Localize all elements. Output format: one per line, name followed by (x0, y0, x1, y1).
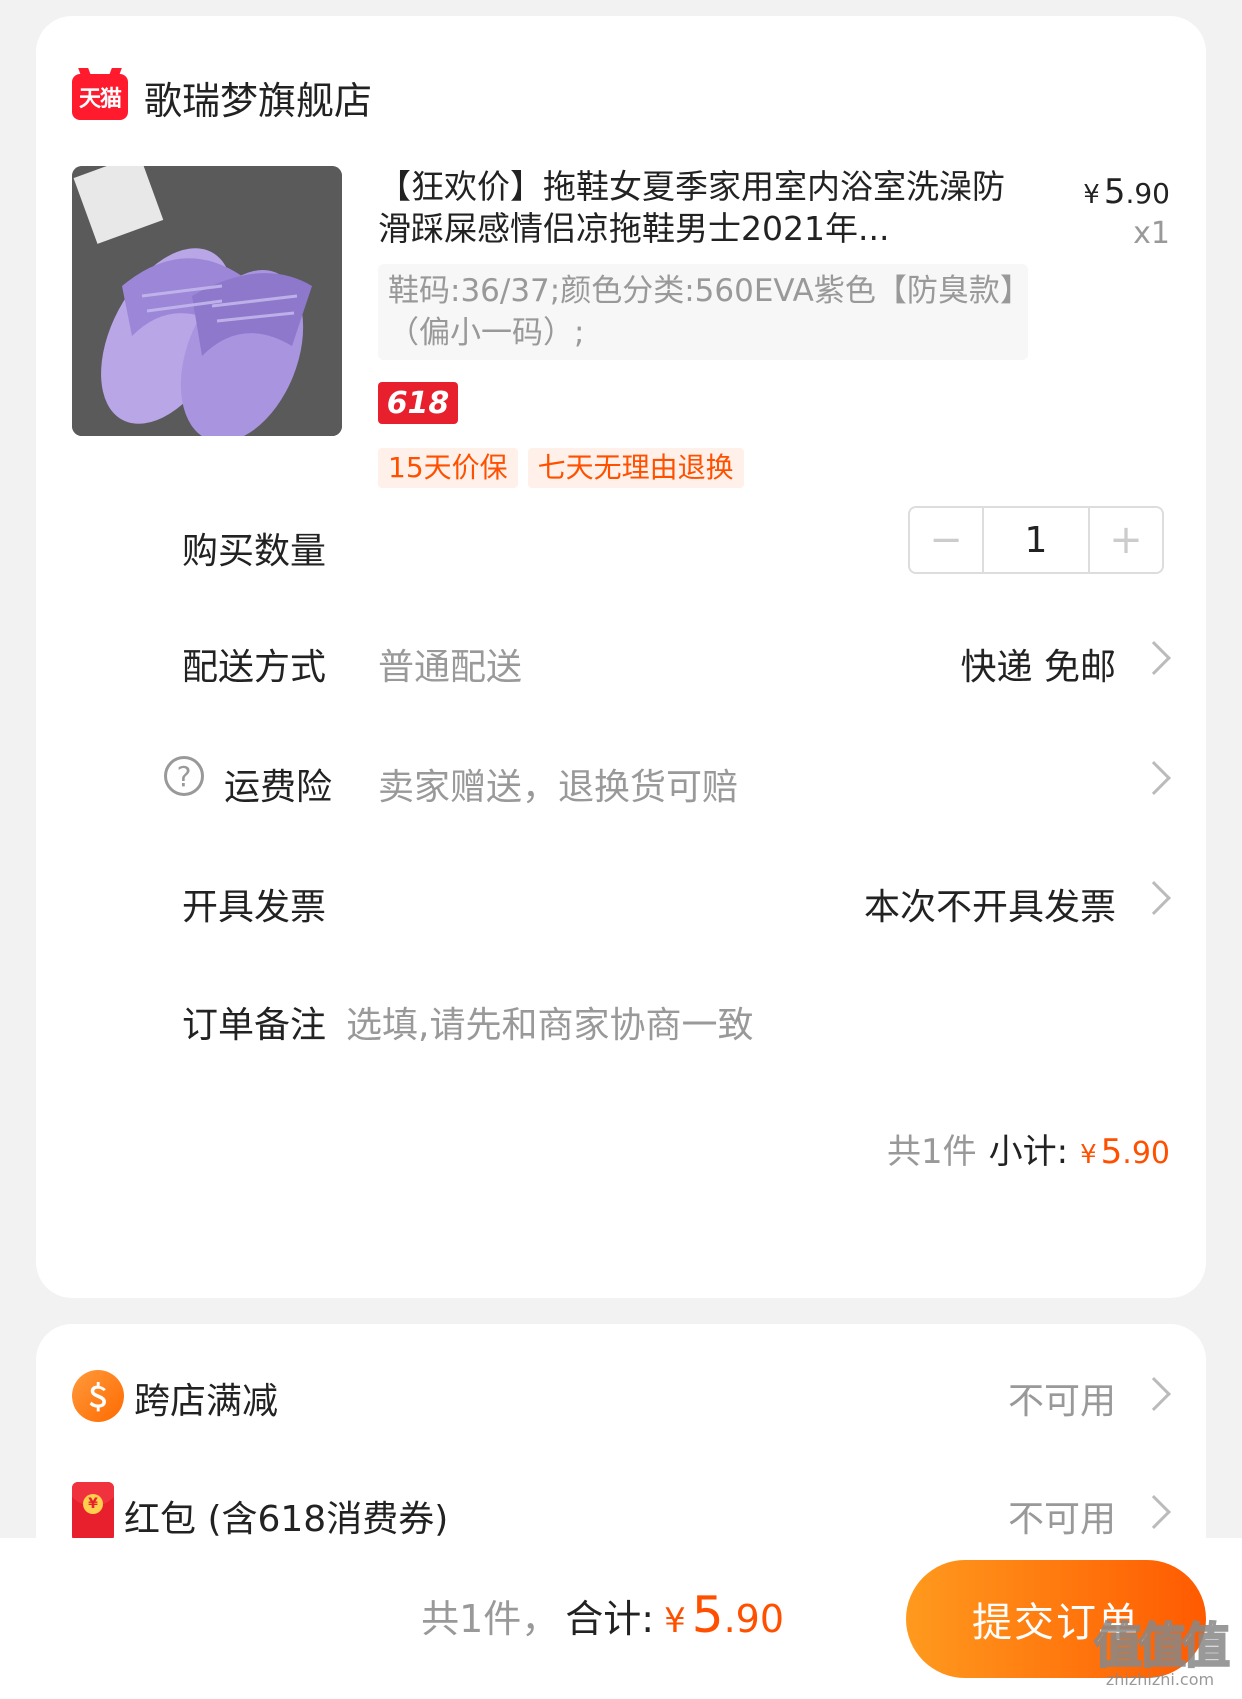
currency-symbol: ¥ (1083, 180, 1100, 210)
total-label: 合计: (565, 1597, 655, 1641)
shop-name[interactable]: 歌瑞梦旗舰店 (144, 70, 372, 125)
service-tags: 15天价保 七天无理由退换 (378, 448, 744, 488)
invoice-row[interactable]: 开具发票 本次不开具发票 (36, 870, 1206, 930)
red-packet-row[interactable]: 红包 (含618消费券) 不可用 (36, 1482, 1206, 1544)
tmall-logo-icon: 天猫 (72, 74, 128, 120)
chevron-right-icon (1137, 641, 1171, 675)
subtotal-int: 5 (1100, 1132, 1123, 1172)
order-note-input[interactable]: 选填,请先和商家协商一致 (346, 996, 753, 1048)
subtotal-currency: ¥ (1080, 1140, 1097, 1170)
shipping-insurance-desc: 卖家赠送，退换货可赔 (378, 767, 739, 808)
invoice-label: 开具发票 (182, 887, 327, 928)
product-price: ¥5.90 (1083, 172, 1170, 212)
red-packet-label: 红包 (含618消费券) (124, 1499, 449, 1540)
promo-618-badge: 618 (378, 382, 458, 424)
order-total: 共1件， 合计: ¥5.90 (421, 1586, 784, 1644)
watermark: 值值值 zhizhizhi.com (1093, 1606, 1231, 1689)
shop-header[interactable]: 天猫 歌瑞梦旗舰店 (72, 60, 372, 134)
price-dec: .90 (1125, 177, 1170, 210)
delivery-row[interactable]: 配送方式 普通配送 快递 免邮 (36, 630, 1206, 690)
order-note-row: 订单备注 选填,请先和商家协商一致 (36, 988, 1206, 1048)
delivery-value: 快递 免邮 (960, 647, 1116, 688)
invoice-value: 本次不开具发票 (863, 887, 1116, 928)
checkout-bar: 共1件， 合计: ¥5.90 提交订单 (0, 1538, 1242, 1699)
chevron-right-icon (1137, 881, 1171, 915)
quantity-stepper: − 1 + (908, 506, 1164, 574)
subtotal-price: ¥5.90 (1080, 1132, 1170, 1172)
shipping-insurance-row[interactable]: ? 运费险 卖家赠送，退换货可赔 (36, 750, 1206, 810)
service-tag-return: 七天无理由退换 (527, 448, 744, 488)
quantity-row: 购买数量 − 1 + (36, 506, 1206, 574)
subtotal-dec: .90 (1122, 1136, 1170, 1171)
product-title[interactable]: 【狂欢价】拖鞋女夏季家用室内浴室洗澡防滑踩屎感情侣凉拖鞋男士2021年... (378, 166, 1018, 252)
shipping-insurance-label: 运费险 (224, 767, 333, 808)
subtotal-count: 共1件 (886, 1132, 977, 1172)
chevron-right-icon (1137, 1495, 1171, 1529)
decrease-button[interactable]: − (910, 508, 982, 572)
product-sku[interactable]: 鞋码:36/37;颜色分类:560EVA紫色【防臭款】（偏小一码）; (378, 264, 1028, 360)
quantity-label: 购买数量 (182, 531, 327, 572)
cross-store-discount-value: 不可用 (1007, 1381, 1116, 1422)
chevron-right-icon (1137, 1377, 1171, 1411)
red-packet-icon (72, 1482, 114, 1542)
total-count: 共1件， (421, 1597, 560, 1641)
total-currency: ¥ (664, 1601, 686, 1641)
slipper-image (72, 166, 342, 436)
product-image[interactable] (72, 166, 342, 436)
quantity-input[interactable]: 1 (982, 508, 1090, 572)
total-dec: .90 (723, 1597, 784, 1641)
delivery-label: 配送方式 (182, 647, 327, 688)
chevron-right-icon (1137, 761, 1171, 795)
service-tag-price-protect: 15天价保 (378, 448, 518, 488)
delivery-desc: 普通配送 (378, 647, 523, 688)
watermark-url: zhizhizhi.com (1105, 1670, 1215, 1689)
order-card: 天猫 歌瑞梦旗舰店 【狂欢价】拖鞋女夏季家用室内浴室洗澡防滑踩屎感情侣凉拖鞋男士… (36, 16, 1206, 1298)
cross-store-discount-row[interactable]: ＄ 跨店满减 不可用 (36, 1366, 1206, 1426)
red-packet-value: 不可用 (1007, 1499, 1116, 1540)
watermark-logo: 值值值 (1093, 1617, 1231, 1675)
order-note-label: 订单备注 (182, 1005, 327, 1046)
subtotal-label: 小计: (988, 1132, 1069, 1172)
subtotal: 共1件 小计: ¥5.90 (887, 1124, 1170, 1173)
price-int: 5 (1103, 172, 1126, 212)
help-icon[interactable]: ? (164, 756, 204, 796)
product-qty: x1 (1133, 216, 1170, 251)
coupon-icon: ＄ (72, 1370, 124, 1422)
total-int: 5 (691, 1586, 724, 1644)
cross-store-discount-label: 跨店满减 (134, 1381, 279, 1422)
total-price: ¥5.90 (664, 1586, 784, 1644)
increase-button[interactable]: + (1090, 508, 1162, 572)
